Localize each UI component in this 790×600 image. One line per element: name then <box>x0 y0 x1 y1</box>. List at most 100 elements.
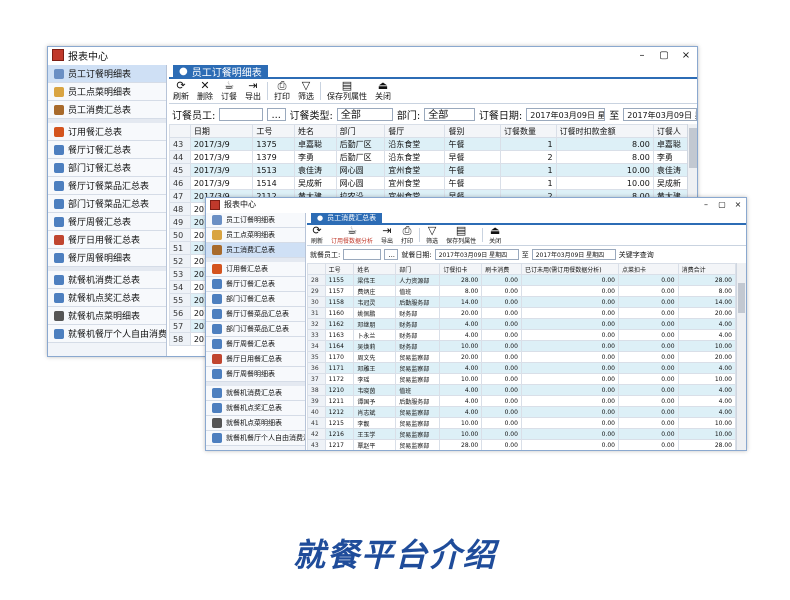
sidebar-item[interactable]: 餐厅周餐汇总表 <box>48 213 166 231</box>
toolbar-button[interactable]: ⎙ 打印 <box>270 79 294 103</box>
sidebar-item[interactable]: 员工消费汇总表 <box>48 101 166 119</box>
sidebar-item[interactable]: 就餐机消费汇总表 <box>206 386 305 401</box>
toolbar-button[interactable]: ⟳ 刷新 <box>169 79 193 103</box>
toolbar-button[interactable]: ✕ 删除 <box>193 79 217 103</box>
toolbar-button[interactable]: ▤ 保存列属性 <box>323 79 371 103</box>
toolbar-button[interactable]: ⎙ 打印 <box>397 225 417 245</box>
date-from-picker[interactable]: 2017年03月09日 星期四 <box>434 249 519 260</box>
column-header[interactable]: 姓名 <box>353 263 397 275</box>
column-header[interactable]: 部门 <box>335 124 386 138</box>
sidebar-item[interactable]: 员工订餐明细表 <box>48 65 166 83</box>
sidebar-item[interactable]: 餐厅订餐菜品汇总表 <box>206 307 305 322</box>
table-row[interactable]: 432017/3/91375卓嘉聪后勤厂区沿东食堂午餐18.00卓嘉聪2017/… <box>169 137 687 151</box>
sidebar-item[interactable]: 就餐机餐厅个人自由消费汇 <box>48 325 166 343</box>
table-row[interactable]: 34 1164 吴焕莉 财务部 10.00 0.00 0.00 0.00 10.00 <box>307 340 736 352</box>
column-header[interactable]: 工号 <box>252 124 295 138</box>
table-row[interactable]: 40 1212 肖志斌 贸易监察部 4.00 0.00 0.00 0.00 4.00 <box>307 406 736 418</box>
minimize-button[interactable]: – <box>698 200 714 209</box>
column-header[interactable]: 餐厅 <box>384 124 446 138</box>
scroll-thumb[interactable] <box>738 283 745 313</box>
table-row[interactable]: 29 1157 费炳庄 值班 8.00 0.00 0.00 0.00 8.00 <box>307 285 736 297</box>
employee-picker-button[interactable]: ... <box>266 107 286 121</box>
sidebar-item[interactable]: 餐厅周餐明细表 <box>48 249 166 267</box>
sidebar-item[interactable]: 就餐机点奖汇总表 <box>48 289 166 307</box>
toolbar-button[interactable]: ⇥ 导出 <box>241 79 265 103</box>
table-row[interactable]: 39 1211 谭国予 后勤服务部 4.00 0.00 0.00 0.00 4.00 <box>307 395 736 407</box>
table-row[interactable]: 452017/3/91513袁佳涛网心圆宜州食堂午餐110.00袁佳涛2017/… <box>169 163 687 177</box>
table-row[interactable]: 32 1162 邓继朋 财务部 4.00 0.00 0.00 0.00 4.00 <box>307 318 736 330</box>
toolbar-button[interactable]: ⟳ 刷新 <box>307 225 327 245</box>
sidebar-item[interactable]: 部门订餐菜品汇总表 <box>48 195 166 213</box>
sidebar-item[interactable]: 餐厅订餐汇总表 <box>48 141 166 159</box>
vertical-scrollbar[interactable] <box>736 263 746 450</box>
sidebar-item[interactable]: 餐厅周餐汇总表 <box>206 337 305 352</box>
sidebar-item[interactable]: 餐厅日用餐汇总表 <box>48 231 166 249</box>
sidebar-item[interactable]: 就餐机餐厅个人自由消费汇 <box>206 431 305 446</box>
sidebar-item[interactable]: 就餐机点奖汇总表 <box>206 401 305 416</box>
sidebar-item[interactable]: 订用餐汇总表 <box>48 123 166 141</box>
date-from-picker[interactable]: 2017年03月09日 星期四 <box>526 107 606 121</box>
table-row[interactable]: 42 1216 王玉学 贸易监察部 10.00 0.00 0.00 0.00 10.00 <box>307 428 736 440</box>
sidebar-item[interactable]: 部门订餐汇总表 <box>48 159 166 177</box>
toolbar-button[interactable]: ☕ 订用餐数据分析 <box>327 225 377 245</box>
sidebar-item[interactable]: 部门订餐菜品汇总表 <box>206 322 305 337</box>
employee-picker-button[interactable]: ... <box>384 249 399 260</box>
sidebar-item[interactable]: 员工点菜明细表 <box>48 83 166 101</box>
sidebar-item[interactable]: 就餐机点菜明细表 <box>206 416 305 431</box>
table-row[interactable]: 462017/3/91514吴成新网心圆宜州食堂午餐110.00吴成新2017/… <box>169 176 687 190</box>
sidebar-item[interactable]: 员工订餐明细表 <box>206 213 305 228</box>
column-header[interactable]: 订餐人 <box>652 124 687 138</box>
table-row[interactable]: 31 1160 姚佩鹏 财务部 20.00 0.00 0.00 0.00 20.00 <box>307 307 736 319</box>
date-to-picker[interactable]: 2017年03月09日 星期四 <box>623 107 697 121</box>
sidebar-item[interactable]: 餐厅周餐明细表 <box>206 367 305 382</box>
column-header[interactable]: 餐别 <box>444 124 502 138</box>
toolbar-button[interactable]: ▽ 筛选 <box>294 79 318 103</box>
sidebar-item[interactable]: 部门订餐汇总表 <box>206 292 305 307</box>
table-row[interactable]: 30 1158 韦冠灵 后勤服务部 14.00 0.00 0.00 0.00 14.00 <box>307 296 736 308</box>
column-header[interactable]: 订餐时扣款金额 <box>555 124 654 138</box>
dept-select[interactable]: 全部 <box>424 107 475 121</box>
sidebar-item[interactable]: 员工点菜明细表 <box>206 228 305 243</box>
close-button[interactable]: × <box>730 200 746 209</box>
scroll-thumb[interactable] <box>689 128 697 168</box>
table-row[interactable]: 37 1172 李瑶 贸易监察部 10.00 0.00 0.00 0.00 10.00 <box>307 373 736 385</box>
sidebar-item[interactable]: 餐厅订餐汇总表 <box>206 277 305 292</box>
toolbar-button[interactable]: ▽ 筛选 <box>422 225 442 245</box>
column-header[interactable]: 已订未用(需订用餐数据分析) <box>520 263 620 275</box>
toolbar-button[interactable]: ▤ 保存列属性 <box>442 225 480 245</box>
column-header[interactable]: 日期 <box>189 124 254 138</box>
table-row[interactable]: 38 1210 韦晓茵 值班 4.00 0.00 0.00 0.00 4.00 <box>307 384 736 396</box>
column-header[interactable]: 订餐数量 <box>500 124 557 138</box>
table-row[interactable]: 41 1215 李靓 贸易监察部 10.00 0.00 0.00 0.00 10.00 <box>307 417 736 429</box>
tab-employee-order-detail[interactable]: ● 员工订餐明细表 <box>173 65 268 79</box>
maximize-button[interactable]: ▢ <box>714 200 730 209</box>
type-select[interactable]: 全部 <box>336 107 393 121</box>
date-to-picker[interactable]: 2017年03月09日 星期四 <box>531 249 616 260</box>
column-header[interactable]: 工号 <box>324 263 355 275</box>
minimize-button[interactable]: – <box>631 50 653 61</box>
sidebar-item[interactable]: 餐厅日用餐汇总表 <box>206 352 305 367</box>
close-button[interactable]: × <box>675 50 697 61</box>
table-row[interactable]: 28 1155 梁伟王 人力资源部 28.00 0.00 0.00 0.00 28.00 <box>307 274 736 286</box>
toolbar-button[interactable]: ☕ 订餐 <box>217 79 241 103</box>
column-header[interactable]: 姓名 <box>294 124 337 138</box>
toolbar-button[interactable]: ⇥ 导出 <box>377 225 397 245</box>
sidebar-item[interactable]: 订用餐汇总表 <box>206 262 305 277</box>
toolbar-button[interactable]: ⏏ 关闭 <box>371 79 395 103</box>
sidebar-item[interactable]: 就餐机点菜明细表 <box>48 307 166 325</box>
tab-employee-consumption-summary[interactable]: ● 员工消费汇总表 <box>311 213 383 223</box>
employee-input[interactable] <box>219 107 263 121</box>
column-header[interactable]: 点菜扣卡 <box>618 263 679 275</box>
keyword-search-link[interactable]: 关键字查询 <box>619 250 654 260</box>
sidebar-item[interactable]: 就餐机消费汇总表 <box>48 271 166 289</box>
toolbar-button[interactable]: ⏏ 关闭 <box>485 225 505 245</box>
sidebar-item[interactable]: 员工消费汇总表 <box>206 243 305 258</box>
column-header[interactable]: 部门 <box>395 263 441 275</box>
table-row[interactable]: 442017/3/91379李勇后勤厂区沿东食堂早餐28.00李勇2017/3/… <box>169 150 687 164</box>
maximize-button[interactable]: ▢ <box>653 50 675 61</box>
employee-input[interactable] <box>343 249 382 260</box>
sidebar-item[interactable]: 餐厅订餐菜品汇总表 <box>48 177 166 195</box>
table-row[interactable]: 33 1163 卜永兰 财务部 4.00 0.00 0.00 0.00 4.00 <box>307 329 736 341</box>
column-header[interactable]: 订餐扣卡 <box>439 263 483 275</box>
table-row[interactable]: 43 1217 覃赵平 贸易监察部 28.00 0.00 0.00 0.00 28.00 <box>307 439 736 450</box>
